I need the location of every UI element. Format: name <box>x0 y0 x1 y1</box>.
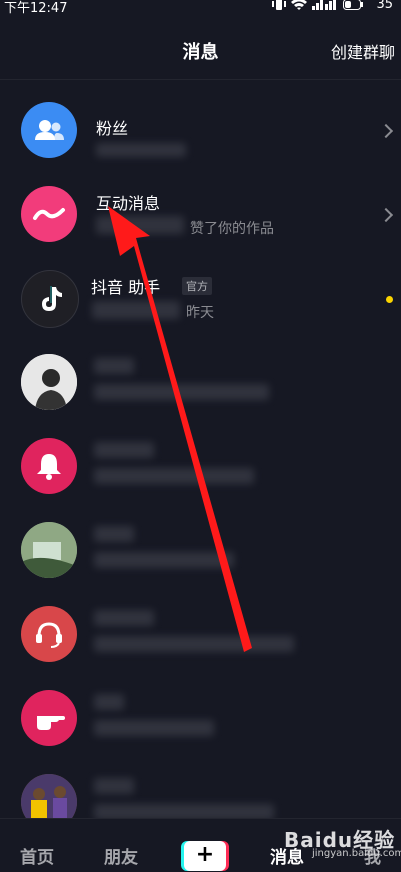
status-bar: 下午12:47 35 <box>0 0 401 16</box>
unread-dot <box>386 296 393 303</box>
bell-icon <box>21 438 77 494</box>
list-item-douyin-assistant[interactable]: 抖音·助手 官方 昨天 <box>0 256 401 340</box>
blurred-name <box>94 694 124 710</box>
douyin-icon <box>21 270 79 328</box>
blurred-preview <box>94 552 234 568</box>
blurred-preview <box>94 720 214 736</box>
watermark-url: jingyan.baidu.com <box>312 848 401 859</box>
headset-icon <box>21 606 77 662</box>
official-badge: 官方 <box>182 277 212 295</box>
nav-home[interactable]: 首页 <box>20 843 54 868</box>
row-preview: 赞了你的作品 <box>190 221 274 237</box>
status-time: 下午12:47 <box>4 1 68 16</box>
status-icons <box>272 0 363 10</box>
blurred-name <box>94 526 134 542</box>
create-group-chat-button[interactable]: 创建群聊 <box>331 39 395 63</box>
list-item-fans[interactable]: 粉丝 <box>0 88 401 172</box>
vibrate-icon <box>272 0 286 10</box>
blurred-name <box>94 778 134 794</box>
chevron-right-icon <box>378 207 394 223</box>
blurred-preview <box>94 384 269 400</box>
battery-icon <box>343 0 363 10</box>
nav-friends[interactable]: 朋友 <box>104 843 138 868</box>
list-item[interactable] <box>0 340 401 424</box>
wifi-icon <box>291 0 307 10</box>
watermark: Baidu经验 jingyan.baidu.com <box>282 820 401 864</box>
list-item-interactions[interactable]: 互动消息 赞了你的作品 <box>0 172 401 256</box>
list-item[interactable] <box>0 424 401 508</box>
battery-level: 35 <box>376 0 393 12</box>
row-name: 互动消息 <box>96 194 161 213</box>
fans-icon <box>21 102 77 158</box>
blurred-preview <box>94 636 294 652</box>
list-item[interactable] <box>0 676 401 760</box>
signal-icon <box>312 0 336 10</box>
pointing-hand-icon <box>21 690 77 746</box>
row-name-suffix: 助手 <box>128 278 161 297</box>
chevron-right-icon <box>378 123 394 139</box>
blurred-preview <box>94 468 254 484</box>
row-name: 抖音·助手 <box>91 274 160 298</box>
list-item[interactable] <box>0 592 401 676</box>
blurred-name <box>94 610 154 626</box>
row-name: 粉丝 <box>96 119 129 138</box>
row-timestamp: 昨天 <box>186 305 214 321</box>
interaction-icon <box>21 186 77 242</box>
blurred-name <box>94 358 134 374</box>
blurred-preview <box>92 301 180 319</box>
blurred-name <box>94 442 154 458</box>
row-name-part: 抖音 <box>91 278 124 297</box>
user-avatar-photo <box>21 354 77 410</box>
blurred-preview <box>96 143 186 157</box>
header-divider <box>0 79 401 80</box>
create-post-button[interactable]: + <box>184 841 226 871</box>
user-avatar-photo <box>21 522 77 578</box>
header: 消息 创建群聊 <box>0 25 401 75</box>
list-item[interactable] <box>0 508 401 592</box>
blurred-preview <box>96 216 184 234</box>
